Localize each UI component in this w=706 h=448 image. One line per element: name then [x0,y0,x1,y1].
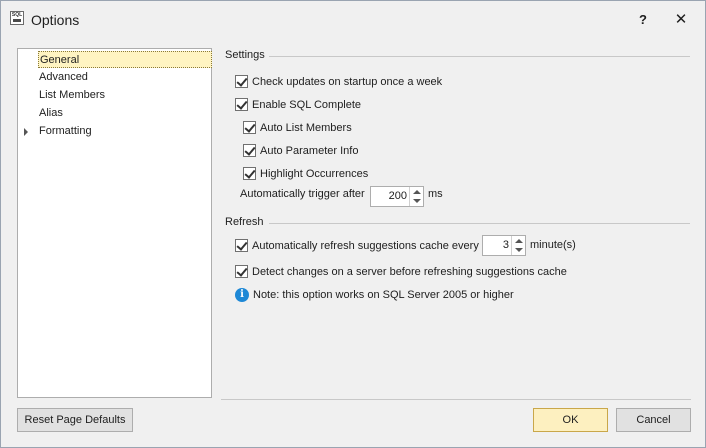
checkbox-label: Check updates on startup once a week [252,76,443,88]
settings-divider [269,56,690,57]
checkbox-label: Auto Parameter Info [260,145,359,157]
checkbox-label: Highlight Occurrences [260,168,369,180]
help-button[interactable]: ? [632,10,654,30]
expand-arrow-icon[interactable] [24,128,28,136]
tree-item-label: Formatting [39,125,92,137]
spin-up-icon[interactable] [515,239,523,243]
checkbox-label: Auto List Members [260,122,352,134]
tree-item-label: General [40,54,80,66]
options-tree[interactable]: General Advanced List Members Alias Form… [17,48,212,398]
ok-button[interactable]: OK [533,408,608,432]
tree-item-formatting[interactable]: Formatting [38,123,92,140]
title-bar: SQL Options ? ✕ [1,1,705,39]
checkbox-icon[interactable] [235,98,248,111]
spinner-value[interactable]: 200 [389,187,407,206]
checkbox-icon[interactable] [243,167,256,180]
spinner-arrows[interactable] [409,187,423,206]
info-icon: i [235,288,249,302]
checkbox-label: Detect changes on a server before refres… [252,266,567,278]
refresh-divider [269,223,690,224]
checkbox-icon[interactable] [235,75,248,88]
tree-item-label: Advanced [39,71,88,83]
cancel-button[interactable]: Cancel [616,408,691,432]
settings-group-header: Settings [225,49,265,61]
spinner-value[interactable]: 3 [503,236,509,255]
refresh-group-header: Refresh [225,216,264,228]
spin-up-icon[interactable] [413,190,421,194]
reset-page-defaults-button[interactable]: Reset Page Defaults [17,408,133,432]
trigger-label: Automatically trigger after [240,188,365,200]
tree-item-advanced[interactable]: Advanced [38,69,88,86]
close-button[interactable]: ✕ [670,10,692,30]
refresh-unit: minute(s) [530,239,576,251]
spin-down-icon[interactable] [413,199,421,203]
tree-item-label: List Members [39,89,106,101]
note-text: Note: this option works on SQL Server 20… [253,289,514,301]
checkbox-icon[interactable] [235,265,248,278]
options-dialog: SQL Options ? ✕ General Advanced List Me… [0,0,706,448]
checkbox-icon[interactable] [243,144,256,157]
spin-down-icon[interactable] [515,248,523,252]
trigger-unit: ms [428,188,443,200]
sql-app-icon: SQL [10,11,24,25]
tree-item-label: Alias [39,107,63,119]
spinner-arrows[interactable] [511,236,525,255]
checkbox-label: Automatically refresh suggestions cache … [252,240,479,252]
footer-divider [221,399,691,400]
tree-item-alias[interactable]: Alias [38,105,63,122]
tree-item-general[interactable]: General [38,51,212,68]
checkbox-label: Enable SQL Complete [252,99,362,111]
checkbox-icon[interactable] [235,239,248,252]
tree-item-list-members[interactable]: List Members [38,87,105,104]
checkbox-icon[interactable] [243,121,256,134]
dialog-title: Options [31,12,80,28]
trigger-delay-spinner[interactable]: 200 [370,186,424,207]
refresh-interval-spinner[interactable]: 3 [482,235,526,256]
